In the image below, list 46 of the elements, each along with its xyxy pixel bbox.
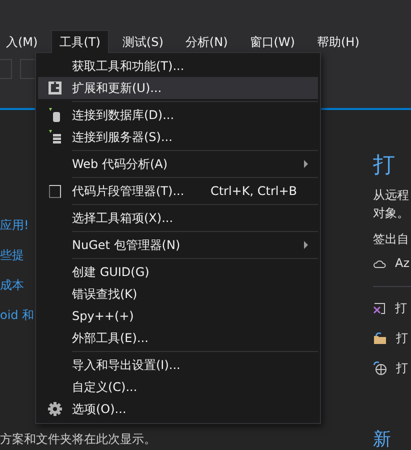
menu-entry[interactable]: 外部工具(E)... xyxy=(38,327,318,349)
menu-entry[interactable]: 选项(O)... xyxy=(38,398,318,420)
menu-entry[interactable]: NuGet 包管理器(N) xyxy=(38,234,318,256)
menu-entry[interactable]: 自定义(C)... xyxy=(38,376,318,398)
extension-icon xyxy=(48,81,62,95)
checkout-label: 签出自 xyxy=(373,231,409,248)
description-text: 对象。 xyxy=(373,205,409,222)
empty-list-message: 方案和文件夹将在此次显示。 xyxy=(0,431,156,448)
link[interactable]: 应用! xyxy=(0,217,29,247)
open-action-link[interactable]: 打 xyxy=(395,300,407,316)
link[interactable]: 些提 xyxy=(0,247,24,277)
menu-entry[interactable]: 错误查找(K) xyxy=(38,283,318,305)
menu-item[interactable]: 测试(S) xyxy=(113,30,172,53)
menu-entry[interactable]: 选择工具箱项(X)... xyxy=(38,207,318,229)
folder-icon xyxy=(373,332,387,344)
link[interactable]: 成本 xyxy=(0,277,24,307)
menu-entry[interactable]: 连接到服务器(S)... xyxy=(38,126,318,148)
database-icon xyxy=(48,108,62,122)
description-text: 从远程 xyxy=(373,187,409,204)
open-action-link[interactable]: 打 xyxy=(396,360,408,376)
menu-entry[interactable]: Web 代码分析(A) xyxy=(38,153,318,175)
gear-icon xyxy=(48,402,62,416)
menu-entry[interactable]: 连接到数据库(D)... xyxy=(38,104,318,126)
project-icon xyxy=(373,302,386,314)
server-icon xyxy=(48,130,62,144)
menu-entry[interactable]: 创建 GUID(G) xyxy=(38,261,318,283)
link[interactable]: oid 和 xyxy=(0,307,34,337)
submenu-arrow-icon xyxy=(304,241,308,249)
snippet-icon xyxy=(49,184,61,198)
globe-icon xyxy=(373,361,387,375)
cloud-icon xyxy=(373,258,386,268)
menu-entry[interactable]: 导入和导出设置(I)... xyxy=(38,354,318,376)
menu-entry[interactable]: Spy++(+) xyxy=(38,305,318,327)
menu-entry[interactable]: 代码片段管理器(T)... Ctrl+K, Ctrl+B xyxy=(38,180,318,202)
menu-item[interactable]: 窗口(W) xyxy=(240,30,304,53)
section-heading: 打 xyxy=(373,152,395,180)
submenu-arrow-icon xyxy=(304,160,308,168)
cloud-service-item[interactable]: Az xyxy=(395,256,410,270)
menu-item[interactable]: 工具(T) xyxy=(50,30,110,53)
menu-entry[interactable]: 获取工具和功能(T)... xyxy=(38,55,318,77)
menu-item[interactable]: 帮助(H) xyxy=(308,30,368,53)
menu-item[interactable]: 入(M) xyxy=(0,30,47,53)
open-action-link[interactable]: 打 xyxy=(396,330,408,346)
menu-item[interactable]: 分析(N) xyxy=(176,30,237,53)
section-heading: 新 xyxy=(373,430,391,450)
menu-entry[interactable]: 扩展和更新(U)... xyxy=(38,77,318,99)
